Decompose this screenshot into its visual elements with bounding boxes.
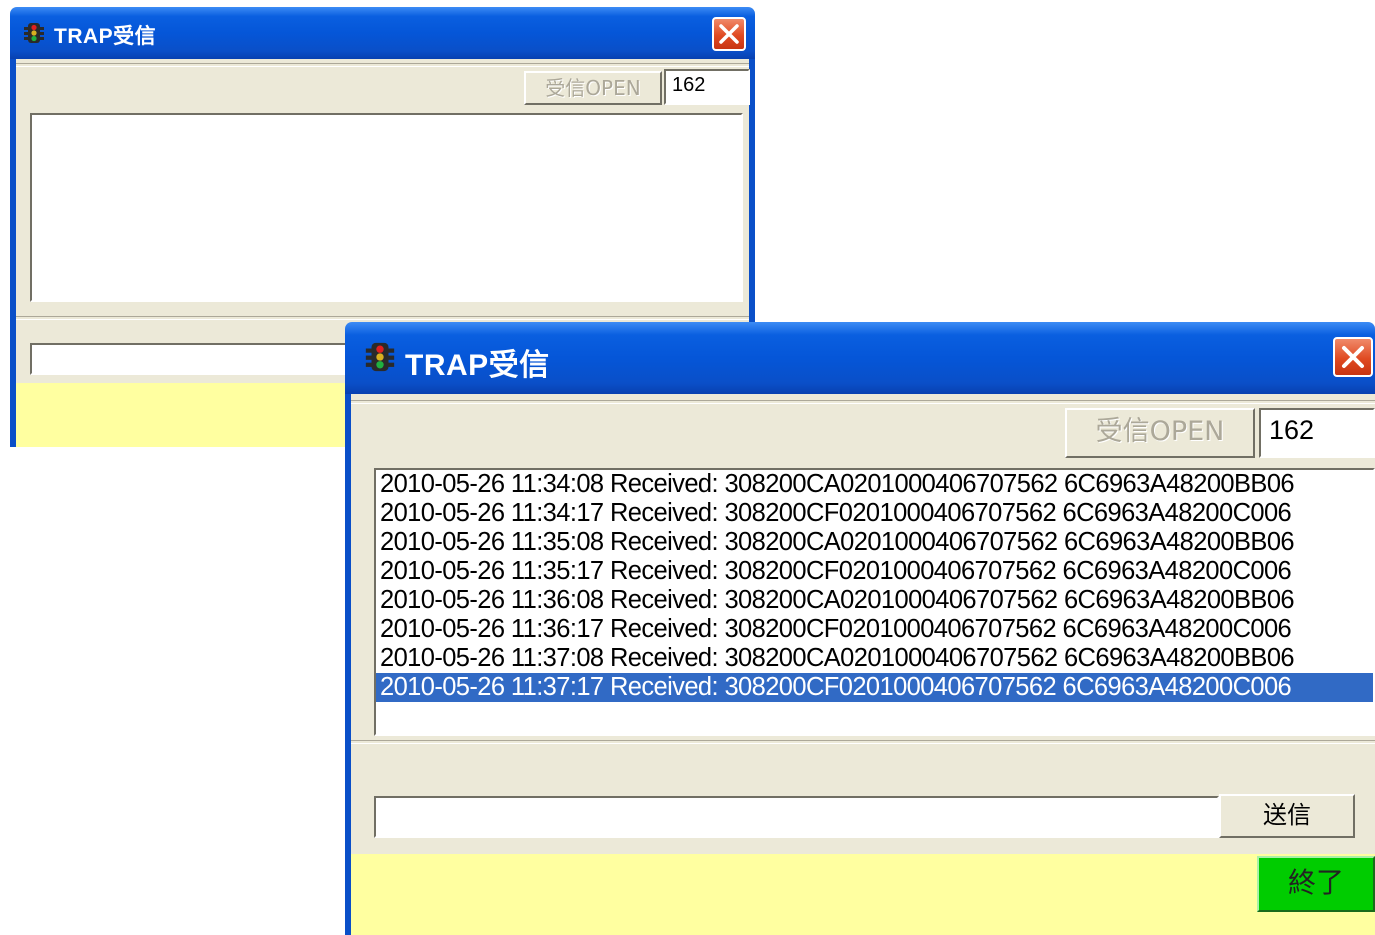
log-row[interactable]: 2010-05-26 11:34:08 Received: 308200CA02… xyxy=(376,470,1373,499)
send-button[interactable]: 送信 xyxy=(1219,794,1355,838)
log-row[interactable]: 2010-05-26 11:34:17 Received: 308200CF02… xyxy=(376,499,1373,528)
close-button[interactable] xyxy=(712,17,746,51)
port-field[interactable]: 162 xyxy=(664,69,750,105)
log-row[interactable]: 2010-05-26 11:37:08 Received: 308200CA02… xyxy=(376,644,1373,673)
trap-window-front: TRAP受信 受信OPEN 162 2010-05-26 11:34:08 Re… xyxy=(345,322,1375,935)
separator xyxy=(351,400,1375,404)
port-value: 162 xyxy=(1269,415,1315,445)
log-row[interactable]: 2010-05-26 11:37:17 Received: 308200CF02… xyxy=(376,673,1373,702)
close-icon xyxy=(719,24,739,44)
message-input[interactable] xyxy=(374,796,1219,838)
log-row[interactable]: 2010-05-26 11:36:17 Received: 308200CF02… xyxy=(376,615,1373,644)
window-client: 受信OPEN 162 2010-05-26 11:34:08 Received:… xyxy=(351,394,1375,935)
traffic-light-icon xyxy=(24,23,44,43)
close-icon xyxy=(1342,346,1364,368)
traffic-light-icon xyxy=(365,342,395,372)
message-input[interactable] xyxy=(30,343,370,375)
separator xyxy=(16,63,749,67)
log-list[interactable]: 2010-05-26 11:34:08 Received: 308200CA02… xyxy=(374,468,1375,736)
exit-button[interactable]: 終了 xyxy=(1257,856,1375,912)
receive-open-button[interactable]: 受信OPEN xyxy=(1065,408,1255,458)
port-value: 162 xyxy=(672,74,706,96)
window-title: TRAP受信 xyxy=(54,25,157,48)
separator xyxy=(16,316,749,320)
title-bar[interactable]: TRAP受信 xyxy=(345,322,1375,394)
title-bar[interactable]: TRAP受信 xyxy=(10,7,755,59)
log-row[interactable]: 2010-05-26 11:35:08 Received: 308200CA02… xyxy=(376,528,1373,557)
close-button[interactable] xyxy=(1333,337,1373,377)
log-row[interactable]: 2010-05-26 11:36:08 Received: 308200CA02… xyxy=(376,586,1373,615)
log-row[interactable]: 2010-05-26 11:35:17 Received: 308200CF02… xyxy=(376,557,1373,586)
log-list[interactable] xyxy=(30,113,743,302)
window-title: TRAP受信 xyxy=(405,349,550,382)
separator xyxy=(351,740,1375,744)
port-field[interactable]: 162 xyxy=(1259,408,1375,458)
receive-open-button[interactable]: 受信OPEN xyxy=(524,71,662,105)
status-bar xyxy=(351,854,1375,935)
